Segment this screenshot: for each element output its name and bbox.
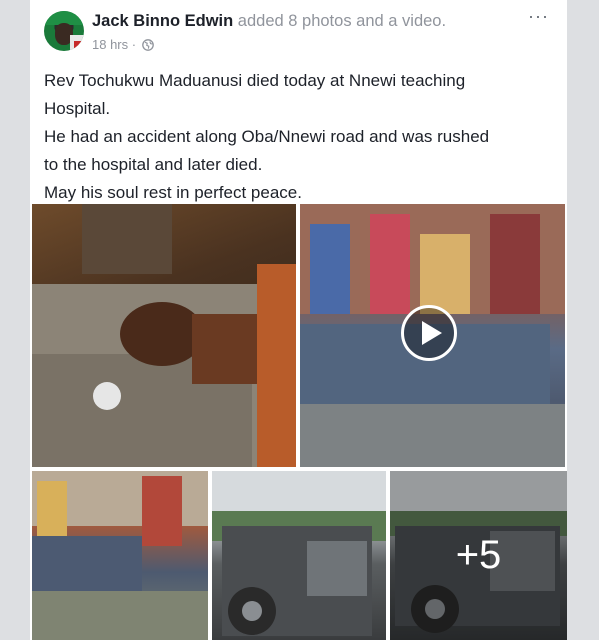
post-text: Rev Tochukwu Maduanusi died today at Nne… (44, 67, 559, 207)
author-avatar[interactable] (44, 11, 84, 51)
photo-1[interactable] (32, 204, 296, 467)
photo-3-image (212, 471, 386, 636)
photo-2[interactable] (32, 471, 208, 640)
post-text-line: Hospital. (44, 99, 111, 118)
globe-icon[interactable] (141, 39, 154, 51)
photo-2-image (32, 471, 208, 640)
post-text-line: May his soul rest in perfect peace. (44, 183, 302, 202)
post-action: added 8 photos and a video. (237, 12, 447, 30)
post-text-line: Rev Tochukwu Maduanusi died today at Nne… (44, 71, 466, 90)
post-title-line: Jack Binno Edwin added 8 photos and a vi… (92, 12, 446, 31)
meta-separator: · (128, 37, 140, 52)
post-text-line: to the hospital and later died. (44, 155, 263, 174)
video-1[interactable] (300, 204, 565, 467)
more-options-icon[interactable]: ··· (528, 6, 549, 27)
play-icon[interactable] (401, 305, 457, 361)
photo-3[interactable] (212, 471, 386, 640)
avatar-flag-accent (74, 41, 82, 51)
post-meta: 18 hrs · (92, 37, 154, 52)
post-timestamp[interactable]: 18 hrs (92, 37, 128, 52)
photo-4[interactable]: +5 (390, 471, 567, 640)
post-card: Jack Binno Edwin added 8 photos and a vi… (30, 0, 567, 640)
post-text-line: He had an accident along Oba/Nnewi road … (44, 127, 490, 146)
author-name[interactable]: Jack Binno Edwin (92, 12, 233, 30)
more-photos-count[interactable]: +5 (390, 471, 567, 640)
photo-1-image (32, 204, 296, 467)
post-header: Jack Binno Edwin added 8 photos and a vi… (30, 0, 567, 62)
